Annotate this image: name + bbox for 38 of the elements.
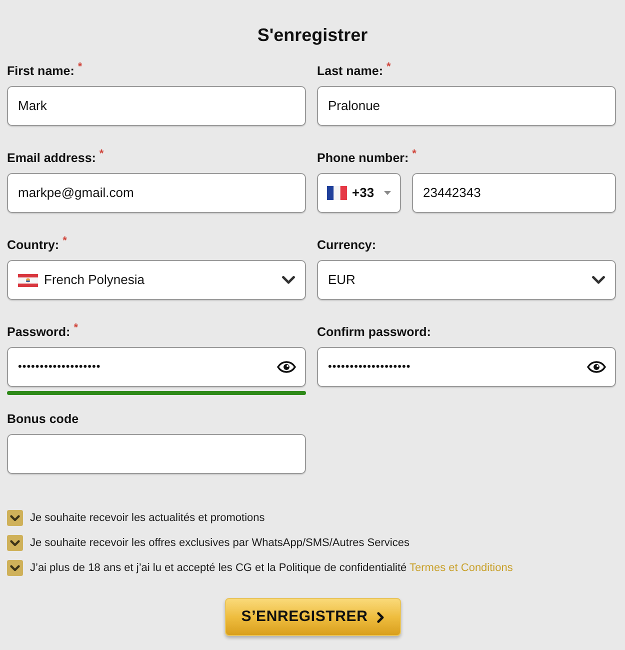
password-input[interactable]: ••••••••••••••••••• — [7, 347, 306, 387]
phone-input[interactable]: 23442343 — [412, 173, 616, 213]
register-button[interactable]: S’ENREGISTRER — [224, 598, 400, 636]
currency-dropdown[interactable]: EUR — [317, 260, 616, 300]
chevron-down-icon — [282, 276, 295, 284]
flag-icon — [327, 186, 347, 200]
text-input[interactable]: Mark — [7, 86, 306, 126]
text-input[interactable]: Pralonue — [317, 86, 616, 126]
text-input[interactable]: markpe@gmail.com — [7, 173, 306, 213]
field-label: Last name: $^{*}$ — [317, 63, 391, 79]
dial-code-dropdown[interactable]: +33 — [317, 173, 401, 213]
text-input[interactable] — [7, 434, 306, 474]
country-dropdown[interactable]: French Polynesia — [7, 260, 306, 300]
field-label: Confirm password: — [317, 324, 431, 340]
field-label: Currency: — [317, 237, 376, 253]
checkbox[interactable] — [7, 510, 23, 526]
caret-icon — [384, 191, 392, 195]
eye-icon[interactable] — [277, 361, 296, 373]
consent-text: Je souhaite recevoir les offres exclusives par WhatsApp/SMS/Autres Services — [30, 536, 410, 550]
checkbox[interactable] — [7, 560, 23, 576]
consent-text: J’ai plus de 18 ans et j’ai lu et accepté les CG et la Politique de confidentialité Termes et Conditions — [30, 561, 513, 575]
password-input[interactable]: ••••••••••••••••••• — [317, 347, 616, 387]
consent-text: Je souhaite recevoir les actualités et promotions — [30, 511, 265, 525]
field-label: Password: $^{*}$ — [7, 324, 78, 340]
field-label: Country: $^{*}$ — [7, 237, 67, 253]
field-label: First name: $^{*}$ — [7, 63, 82, 79]
chevron-right-icon — [376, 612, 384, 622]
checkbox[interactable] — [7, 535, 23, 551]
check-icon — [10, 564, 20, 572]
flag-icon — [18, 274, 38, 286]
field-label: Bonus code — [7, 411, 79, 427]
field-label: Phone number: $^{*}$ — [317, 150, 416, 166]
check-icon — [10, 540, 20, 546]
eye-icon[interactable] — [587, 361, 606, 373]
check-icon — [10, 514, 20, 522]
field-label: Email address: $^{*}$ — [7, 150, 104, 166]
page-title: S'enregistrer — [257, 24, 368, 46]
chevron-down-icon — [592, 276, 605, 284]
